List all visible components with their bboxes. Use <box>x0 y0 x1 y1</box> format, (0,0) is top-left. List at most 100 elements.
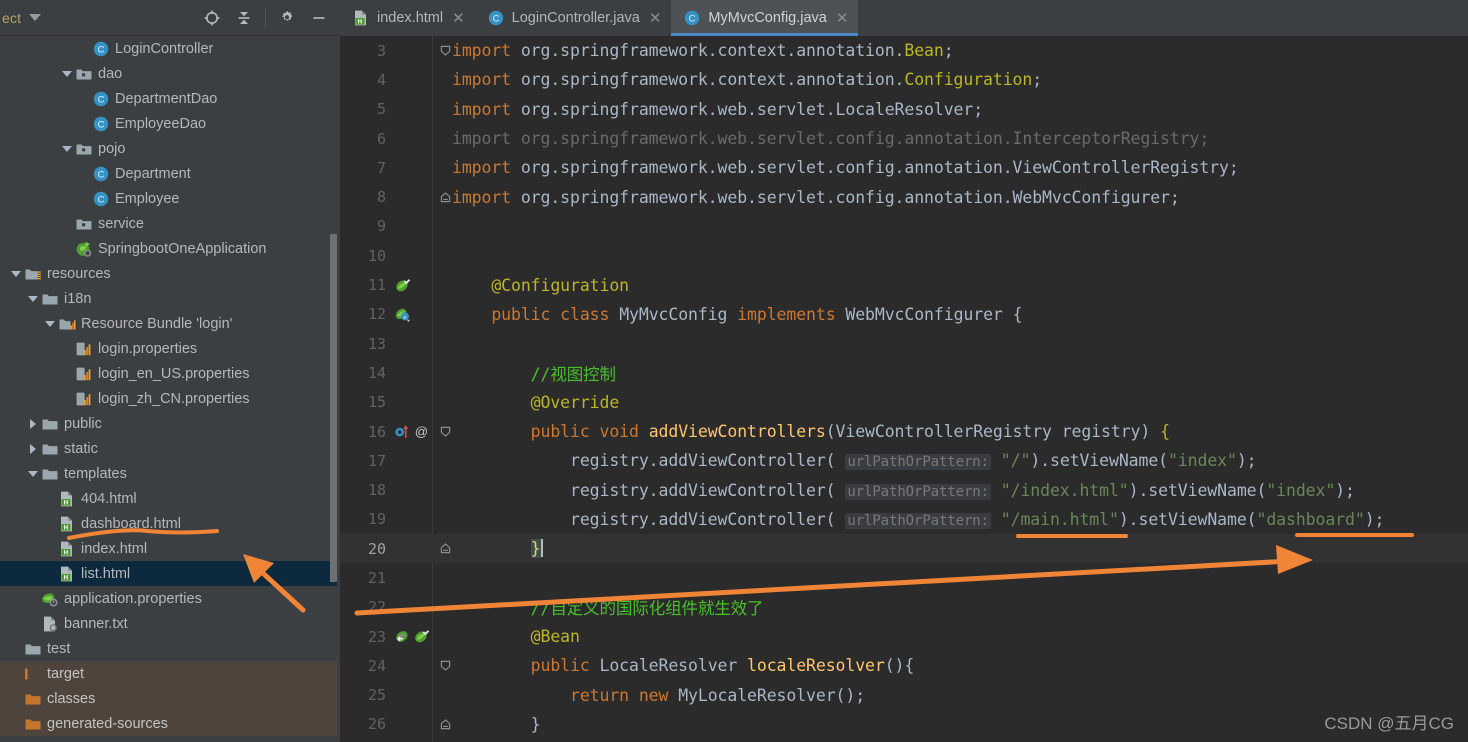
code-text[interactable]: import org.springframework.web.servlet.c… <box>452 129 1209 148</box>
code-text[interactable]: import org.springframework.web.servlet.c… <box>452 158 1239 177</box>
code-line[interactable]: 12 e public class MyMvcConfig implements … <box>340 300 1468 329</box>
tree-item-banner-txt[interactable]: banner.txt <box>0 611 340 636</box>
code-line[interactable]: 15 @Override <box>340 388 1468 417</box>
tree-item-department[interactable]: C Department <box>0 161 340 186</box>
close-icon[interactable]: ✕ <box>834 11 849 26</box>
project-panel-title[interactable]: ect <box>0 10 21 26</box>
gutter-icons[interactable]: @ <box>392 423 438 440</box>
gutter-icons[interactable]: e <box>392 306 438 323</box>
tree-twisty-closed[interactable] <box>25 416 41 432</box>
editor-tabbar[interactable]: Hindex.html ✕ C LoginController.java ✕ C MyMvc… <box>340 0 1468 36</box>
code-line[interactable]: 22 //自定义的国际化组件就生效了 <box>340 593 1468 622</box>
code-line[interactable]: 24 public LocaleResolver localeResolver(… <box>340 651 1468 680</box>
code-line[interactable]: 7 import org.springframework.web.servlet.… <box>340 153 1468 182</box>
code-text[interactable]: @Bean <box>452 627 580 646</box>
tree-twisty-closed[interactable] <box>25 441 41 457</box>
at-annotation-icon[interactable]: @ <box>413 423 430 440</box>
code-line[interactable]: 11 @Configuration <box>340 270 1468 299</box>
tree-item-departmentdao[interactable]: C DepartmentDao <box>0 86 340 111</box>
bean-check-icon[interactable] <box>413 628 430 645</box>
tree-twisty-open[interactable] <box>59 66 75 82</box>
code-text[interactable]: //自定义的国际化组件就生效了 <box>452 595 764 619</box>
code-text[interactable]: //视图控制 <box>452 361 616 385</box>
code-editor[interactable]: 3 import org.springframework.context.anno… <box>340 36 1468 742</box>
tree-item-index-html[interactable]: Hindex.html <box>0 536 340 561</box>
fold-marker-end[interactable] <box>438 543 452 554</box>
code-text[interactable]: registry.addViewController( urlPathOrPat… <box>452 451 1257 471</box>
fold-marker-start[interactable] <box>438 45 452 56</box>
tree-item-classes[interactable]: classes <box>0 686 340 711</box>
code-text[interactable]: import org.springframework.web.servlet.L… <box>452 100 983 119</box>
code-line[interactable]: 26 } <box>340 710 1468 739</box>
code-text[interactable]: public class MyMvcConfig implements WebM… <box>452 305 1022 324</box>
code-text[interactable]: import org.springframework.web.servlet.c… <box>452 188 1180 207</box>
tree-item-login-en-us-properties[interactable]: login_en_US.properties <box>0 361 340 386</box>
tree-item-service[interactable]: service <box>0 211 340 236</box>
code-line[interactable]: 19 registry.addViewController( urlPathOr… <box>340 505 1468 534</box>
code-line[interactable]: 10 <box>340 241 1468 270</box>
code-text[interactable]: import org.springframework.context.annot… <box>452 70 1042 89</box>
code-line[interactable]: 16 @ public void addViewControllers(ViewC… <box>340 417 1468 446</box>
gutter-icons[interactable] <box>392 277 438 294</box>
tree-item-dashboard-html[interactable]: Hdashboard.html <box>0 511 340 536</box>
tree-item-application-properties[interactable]: application.properties <box>0 586 340 611</box>
bean-return-icon[interactable] <box>394 628 411 645</box>
collapse-all-icon[interactable] <box>229 3 259 33</box>
code-lines[interactable]: 3 import org.springframework.context.anno… <box>340 36 1468 739</box>
minimize-icon[interactable] <box>304 3 334 33</box>
chevron-down-icon[interactable] <box>29 14 42 21</box>
gutter-icons[interactable] <box>392 628 438 645</box>
tree-twisty-open[interactable] <box>8 266 24 282</box>
tree-item-login-properties[interactable]: login.properties <box>0 336 340 361</box>
code-text[interactable]: registry.addViewController( urlPathOrPat… <box>452 481 1355 500</box>
code-text[interactable]: } <box>452 715 541 734</box>
override-method-icon[interactable] <box>394 423 411 440</box>
code-line[interactable]: 25 return new MyLocaleResolver(); <box>340 681 1468 710</box>
code-text[interactable]: public LocaleResolver localeResolver(){ <box>452 656 915 675</box>
code-line[interactable]: 8 import org.springframework.web.servlet.… <box>340 182 1468 211</box>
tree-item-employee[interactable]: C Employee <box>0 186 340 211</box>
code-text[interactable]: @Configuration <box>452 276 629 295</box>
tree-item-resources[interactable]: resources <box>0 261 340 286</box>
code-line[interactable]: 20 } <box>340 534 1468 564</box>
tree-twisty-open[interactable] <box>25 466 41 482</box>
tree-item-list-html[interactable]: Hlist.html <box>0 561 340 586</box>
tree-item-login-zh-cn-properties[interactable]: login_zh_CN.properties <box>0 386 340 411</box>
tree-item-logincontroller[interactable]: C LoginController <box>0 36 340 61</box>
tree-item-generated-sources[interactable]: generated-sources <box>0 711 340 736</box>
code-line[interactable]: 23 @Bean <box>340 622 1468 651</box>
tree-item-test[interactable]: test <box>0 636 340 661</box>
tree-twisty-open[interactable] <box>25 291 41 307</box>
code-line[interactable]: 18 registry.addViewController( urlPathOr… <box>340 475 1468 504</box>
code-text[interactable]: import org.springframework.context.annot… <box>452 41 954 60</box>
code-text[interactable]: } <box>452 539 543 559</box>
fold-marker-start[interactable] <box>438 660 452 672</box>
close-icon[interactable]: ✕ <box>647 11 662 26</box>
close-icon[interactable]: ✕ <box>450 11 465 26</box>
tree-item-templates[interactable]: templates <box>0 461 340 486</box>
tree-item-404-html[interactable]: H 404.html <box>0 486 340 511</box>
code-text[interactable]: return new MyLocaleResolver(); <box>452 686 865 705</box>
tree-item-public[interactable]: public <box>0 411 340 436</box>
code-line[interactable]: 3 import org.springframework.context.anno… <box>340 36 1468 65</box>
code-line[interactable]: 13 <box>340 329 1468 358</box>
tree-item-dao[interactable]: dao <box>0 61 340 86</box>
tree-twisty-open[interactable] <box>59 141 75 157</box>
editor-tab-index-html[interactable]: Hindex.html ✕ <box>340 0 475 36</box>
code-line[interactable]: 14 //视图控制 <box>340 358 1468 387</box>
tree-item-resource-bundle-login[interactable]: Resource Bundle 'login' <box>0 311 340 336</box>
editor-tab-logincontroller-java[interactable]: C LoginController.java ✕ <box>475 0 672 36</box>
code-line[interactable]: 17 registry.addViewController( urlPathOr… <box>340 446 1468 475</box>
tree-item-pojo[interactable]: pojo <box>0 136 340 161</box>
fold-marker-end[interactable] <box>438 191 452 203</box>
tree-item-i18n[interactable]: i18n <box>0 286 340 311</box>
locate-target-icon[interactable] <box>197 3 227 33</box>
code-line[interactable]: 5 import org.springframework.web.servlet.… <box>340 95 1468 124</box>
sidebar-scrollbar[interactable] <box>330 234 337 582</box>
code-text[interactable]: registry.addViewController( urlPathOrPat… <box>452 510 1384 529</box>
tree-item-target[interactable]: target <box>0 661 340 686</box>
code-text[interactable]: public void addViewControllers(ViewContr… <box>452 422 1170 441</box>
project-tree-panel[interactable]: C LoginController dao C DepartmentDao C Employ… <box>0 36 340 742</box>
code-line[interactable]: 9 <box>340 212 1468 241</box>
tree-item-springbootoneapplication[interactable]: SpringbootOneApplication <box>0 236 340 261</box>
